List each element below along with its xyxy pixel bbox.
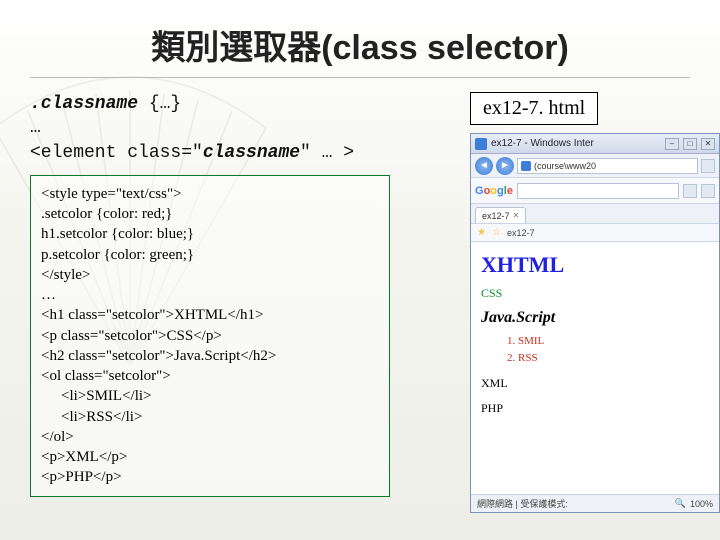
rendered-li: 1. SMIL xyxy=(507,333,709,350)
favorites-bar: ★ ☆ ex12-7 xyxy=(471,224,719,242)
code-line: <p class="setcolor">CSS</p> xyxy=(41,326,379,346)
favicon-icon xyxy=(475,138,487,150)
rendered-p-xml: XML xyxy=(481,376,709,391)
back-button[interactable]: ◄ xyxy=(475,157,493,175)
code-line: h1.setcolor {color: blue;} xyxy=(41,224,379,244)
rendered-h1: XHTML xyxy=(481,252,709,278)
code-line: <p>PHP</p> xyxy=(41,467,379,487)
browser-rendered-content: XHTML CSS Java.Script 1. SMIL 2. RSS XML… xyxy=(471,242,719,422)
rendered-li: 2. RSS xyxy=(507,350,709,367)
code-line: … xyxy=(41,285,379,305)
tab-label: ex12-7 xyxy=(482,211,510,221)
tab-ex12-7[interactable]: ex12-7 ✕ xyxy=(475,207,526,223)
slide-content: .classname {…} … <element class="classna… xyxy=(30,92,690,513)
google-search-button[interactable] xyxy=(683,184,697,198)
syntax-line-2: … xyxy=(30,116,460,140)
code-line: <h1 class="setcolor">XHTML</h1> xyxy=(41,305,379,325)
favorite-link[interactable]: ex12-7 xyxy=(507,228,535,238)
zoom-control[interactable]: 🔍 100% xyxy=(675,498,713,509)
syntax-line-3: <element class="classname" … > xyxy=(30,141,460,165)
star-icon[interactable]: ☆ xyxy=(492,227,501,238)
code-line: .setcolor {color: red;} xyxy=(41,204,379,224)
tab-close-icon[interactable]: ✕ xyxy=(513,211,520,220)
syntax-classname-kw: .classname xyxy=(30,94,138,114)
google-logo: Google xyxy=(475,185,513,197)
syntax-classname-kw-2: classname xyxy=(203,143,300,163)
syntax-element-close: " … > xyxy=(300,143,354,163)
go-button[interactable] xyxy=(701,159,715,173)
slide-title: 類別選取器(class selector) xyxy=(30,20,690,78)
code-line: <ol class="setcolor"> xyxy=(41,366,379,386)
syntax-braces: {…} xyxy=(138,94,181,114)
rendered-h2: Java.Script xyxy=(481,309,709,327)
maximize-button[interactable]: □ xyxy=(683,138,697,150)
browser-nav-toolbar: ◄ ► (course\www20 xyxy=(471,154,719,178)
code-line: <p>XML</p> xyxy=(41,447,379,467)
syntax-element-open: <element class=" xyxy=(30,143,203,163)
browser-titlebar[interactable]: ex12-7 - Windows Inter – □ ✕ xyxy=(471,134,719,154)
zoom-level: 100% xyxy=(690,499,713,509)
browser-status-bar: 網際網路 | 受保護模式: 🔍 100% xyxy=(471,494,719,512)
window-title: ex12-7 - Windows Inter xyxy=(491,138,661,149)
address-text: (course\www20 xyxy=(534,161,596,171)
browser-tab-strip: ex12-7 ✕ xyxy=(471,204,719,224)
google-settings-button[interactable] xyxy=(701,184,715,198)
zoom-icon: 🔍 xyxy=(675,498,686,509)
code-line: <style type="text/css"> xyxy=(41,184,379,204)
code-line: <li>RSS</li> xyxy=(41,407,379,427)
address-favicon-icon xyxy=(521,161,531,171)
syntax-block: .classname {…} … <element class="classna… xyxy=(30,92,460,165)
forward-button[interactable]: ► xyxy=(496,157,514,175)
minimize-button[interactable]: – xyxy=(665,138,679,150)
slide: 類別選取器(class selector) .classname {…} … <… xyxy=(0,0,720,540)
code-line: </style> xyxy=(41,265,379,285)
code-line: <h2 class="setcolor">Java.Script</h2> xyxy=(41,346,379,366)
browser-window: ex12-7 - Windows Inter – □ ✕ ◄ ► (course… xyxy=(470,133,720,513)
syntax-line-1: .classname {…} xyxy=(30,92,460,116)
address-bar[interactable]: (course\www20 xyxy=(517,158,698,174)
status-text: 網際網路 | 受保護模式: xyxy=(477,497,568,510)
left-column: .classname {…} … <element class="classna… xyxy=(30,92,460,513)
code-line: p.setcolor {color: green;} xyxy=(41,245,379,265)
google-toolbar: Google xyxy=(471,178,719,204)
rendered-ol: 1. SMIL 2. RSS xyxy=(507,333,709,366)
code-line: <li>SMIL</li> xyxy=(41,386,379,406)
code-example-box: <style type="text/css"> .setcolor {color… xyxy=(30,175,390,497)
rendered-p-php: PHP xyxy=(481,401,709,416)
rendered-p-css: CSS xyxy=(481,286,709,301)
star-icon[interactable]: ★ xyxy=(477,227,486,238)
filename-label: ex12-7. html xyxy=(470,92,598,125)
close-button[interactable]: ✕ xyxy=(701,138,715,150)
code-line: </ol> xyxy=(41,427,379,447)
right-column: ex12-7. html ex12-7 - Windows Inter – □ … xyxy=(470,92,720,513)
google-search-input[interactable] xyxy=(517,183,679,199)
